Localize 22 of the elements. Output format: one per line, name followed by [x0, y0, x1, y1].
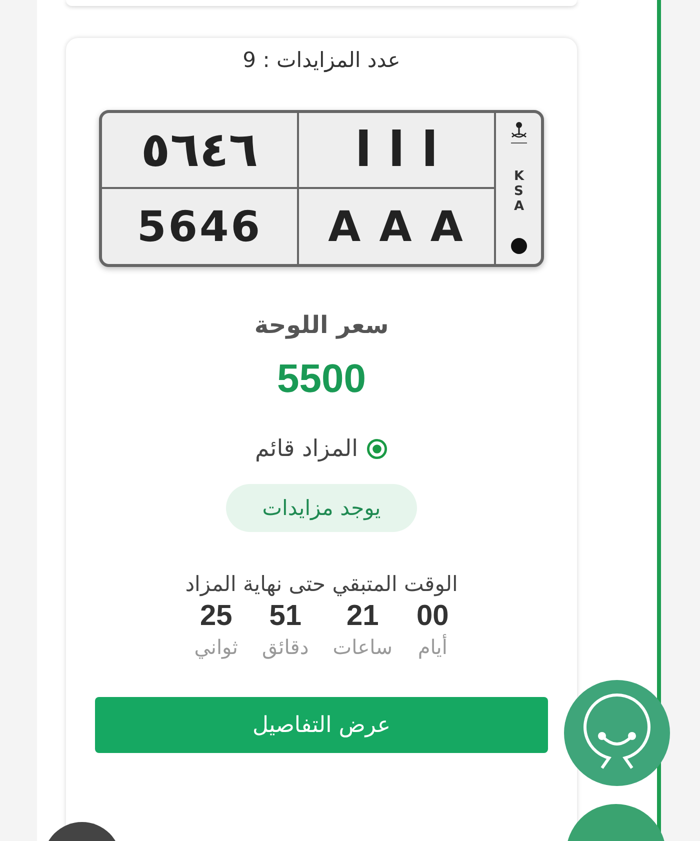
plate-latin-letters: A A A — [299, 188, 496, 264]
country-code: KSA — [514, 170, 524, 215]
bids-count: عدد المزايدات : 9 — [242, 48, 400, 72]
details-button[interactable]: عرض التفاصيل — [95, 697, 548, 753]
price-value: 5500 — [277, 357, 366, 402]
countdown-value: 25 — [200, 600, 232, 633]
bids-badge: يوجد مزايدات — [226, 484, 417, 532]
price-label: سعر اللوحة — [254, 311, 389, 339]
countdown-value: 51 — [269, 600, 302, 633]
countdown-label: الوقت المتبقي حتى نهاية المزاد — [185, 572, 458, 596]
plate-dot-icon — [510, 238, 526, 254]
countdown-unit: ساعات — [332, 635, 392, 659]
countdown-unit: ثواني — [194, 635, 238, 659]
status-label: المزاد قائم — [254, 436, 358, 462]
countdown-unit: دقائق — [262, 635, 309, 659]
countdown-unit: أيام — [418, 635, 448, 659]
countdown-value: 00 — [416, 600, 449, 633]
plate-arabic-letters: ا ا ا — [299, 113, 496, 188]
countdown-value: 21 — [346, 600, 379, 633]
plate-arabic-numbers: ٥٦٤٦ — [102, 113, 299, 188]
support-chat-icon[interactable] — [564, 680, 670, 786]
plate-latin-numbers: 5646 — [102, 188, 299, 264]
